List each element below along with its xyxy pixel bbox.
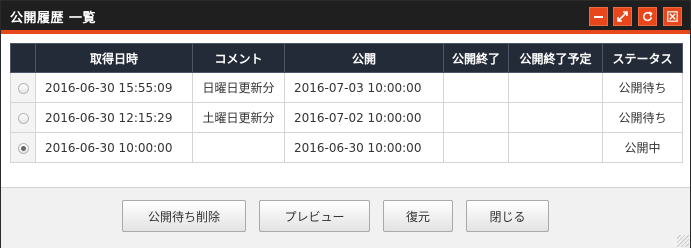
publish-end-cell [443, 132, 509, 163]
row-radio-button[interactable] [17, 112, 29, 124]
publish-cell: 2016-07-03 10:00:00 [284, 72, 444, 103]
comment-cell: 日曜日更新分 [192, 72, 285, 103]
minimize-button[interactable] [589, 7, 608, 26]
delete-pending-button[interactable]: 公開待ち削除 [122, 200, 246, 232]
date-cell: 2016-06-30 15:55:09 [35, 72, 193, 103]
table-row[interactable]: 2016-06-30 10:00:00 2016-06-30 10:00:00 … [10, 132, 683, 163]
column-header-publish: 公開 [284, 43, 444, 73]
close-icon [667, 11, 678, 22]
table-header-row: 取得日時 コメント 公開 公開終了 公開終了予定 ステータス [10, 43, 683, 73]
column-header-comment: コメント [192, 43, 285, 73]
refresh-icon [643, 11, 653, 22]
dialog-titlebar[interactable]: 公開履歴 一覧 [1, 1, 690, 34]
date-cell: 2016-06-30 12:15:29 [35, 102, 193, 133]
column-header-publish-end-planned: 公開終了予定 [508, 43, 603, 73]
publish-end-planned-cell [508, 72, 603, 103]
dialog-content: 取得日時 コメント 公開 公開終了 公開終了予定 ステータス 2016-06-3… [1, 34, 690, 188]
minimize-icon [594, 16, 603, 18]
publish-end-planned-cell [508, 132, 603, 163]
row-select-cell[interactable] [10, 132, 36, 163]
refresh-button[interactable] [638, 7, 657, 26]
row-select-cell[interactable] [10, 72, 36, 103]
publish-end-cell [443, 102, 509, 133]
column-header-date: 取得日時 [35, 43, 193, 73]
status-cell: 公開待ち [602, 102, 683, 133]
close-button[interactable]: 閉じる [466, 200, 549, 232]
publish-cell: 2016-07-02 10:00:00 [284, 102, 444, 133]
history-table: 取得日時 コメント 公開 公開終了 公開終了予定 ステータス 2016-06-3… [10, 43, 683, 163]
publish-history-dialog: 公開履歴 一覧 取得日時 コメント 公開 公開終了 公開終了予定 ステータス 2… [0, 0, 691, 248]
table-row[interactable]: 2016-06-30 15:55:09 日曜日更新分 2016-07-03 10… [10, 72, 683, 103]
publish-end-cell [443, 72, 509, 103]
row-radio-button[interactable] [17, 82, 29, 94]
dialog-footer: 公開待ち削除 プレビュー 復元 閉じる [1, 187, 690, 248]
row-select-cell[interactable] [10, 102, 36, 133]
close-window-button[interactable] [663, 7, 682, 26]
status-cell: 公開待ち [602, 72, 683, 103]
column-header-status: ステータス [602, 43, 683, 73]
comment-cell: 土曜日更新分 [192, 102, 285, 133]
status-cell: 公開中 [602, 132, 683, 163]
column-header-select [10, 43, 36, 73]
publish-cell: 2016-06-30 10:00:00 [284, 132, 444, 163]
maximize-icon [617, 11, 628, 22]
dialog-title: 公開履歴 一覧 [10, 11, 97, 26]
comment-cell [192, 132, 285, 163]
maximize-button[interactable] [613, 7, 632, 26]
resize-grip[interactable] [677, 235, 689, 247]
restore-button[interactable]: 復元 [383, 200, 453, 232]
preview-button[interactable]: プレビュー [259, 200, 370, 232]
publish-end-planned-cell [508, 102, 603, 133]
row-radio-button-selected[interactable] [17, 142, 29, 154]
table-row[interactable]: 2016-06-30 12:15:29 土曜日更新分 2016-07-02 10… [10, 102, 683, 133]
column-header-publish-end: 公開終了 [443, 43, 509, 73]
date-cell: 2016-06-30 10:00:00 [35, 132, 193, 163]
